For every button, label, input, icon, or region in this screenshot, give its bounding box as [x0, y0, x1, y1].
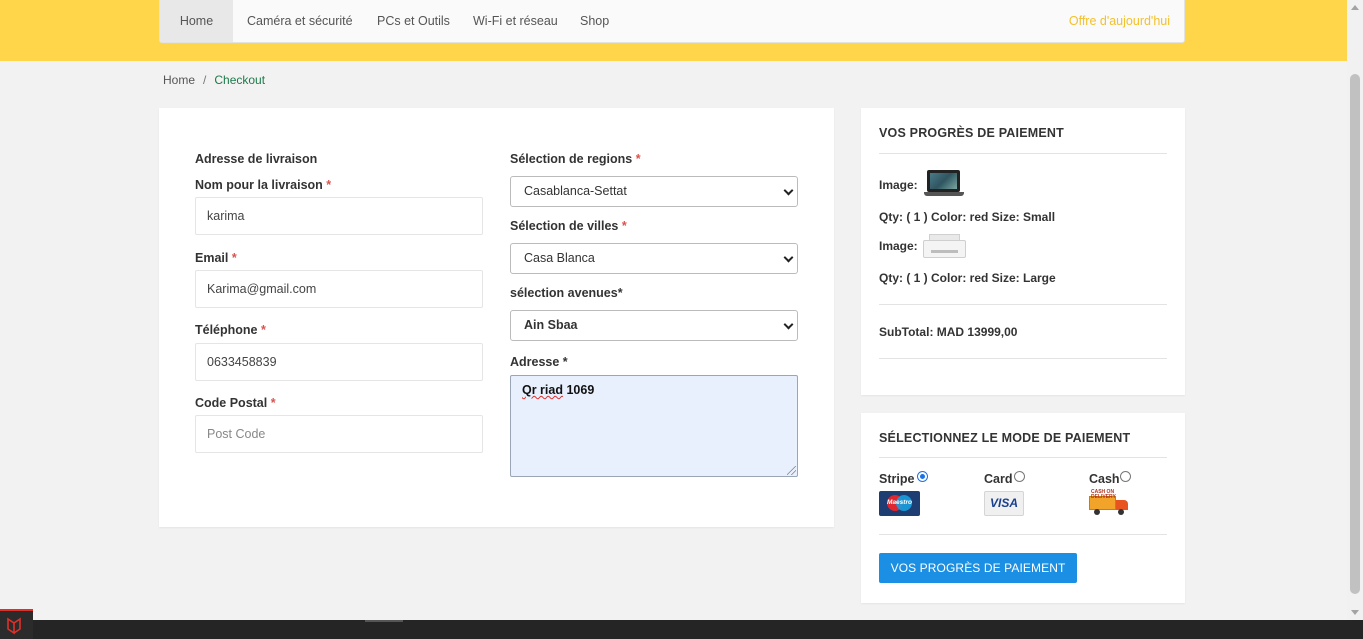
- avenue-select[interactable]: Ain Sbaa: [510, 310, 798, 341]
- avenue-label: sélection avenues*: [510, 286, 623, 300]
- scroll-down-icon[interactable]: [1351, 610, 1359, 615]
- payment-progress-card: VOS PROGRÈS DE PAIEMENT Image: Qty: ( 1 …: [861, 108, 1185, 395]
- place-order-button[interactable]: VOS PROGRÈS DE PAIEMENT: [879, 553, 1077, 583]
- cash-radio[interactable]: [1120, 471, 1131, 482]
- laravel-debug-icon[interactable]: [0, 609, 33, 639]
- resize-handle-icon[interactable]: [787, 466, 796, 475]
- nav-offre-du-jour[interactable]: Offre d'aujourd'hui: [1069, 0, 1170, 42]
- region-label: Sélection de regions *: [510, 152, 641, 166]
- delivery-truck-icon: CASH ON DELIVERY: [1089, 490, 1131, 515]
- printer-icon: [923, 232, 966, 262]
- email-field[interactable]: Karima@gmail.com: [195, 270, 483, 308]
- payment-method-title: SÉLECTIONNEZ LE MODE DE PAIEMENT: [879, 431, 1131, 445]
- section-title: Adresse de livraison: [195, 152, 318, 166]
- maestro-logo-icon: Maestro: [879, 491, 920, 516]
- postal-code-field[interactable]: Post Code: [195, 415, 483, 453]
- nav-camera-securite[interactable]: Caméra et sécurité: [233, 0, 367, 42]
- chevron-down-icon: [783, 252, 794, 263]
- cash-label: Cash: [1089, 472, 1120, 486]
- nav-shop[interactable]: Shop: [566, 0, 623, 42]
- breadcrumb-home[interactable]: Home: [163, 73, 195, 87]
- card-label: Card: [984, 472, 1013, 486]
- divider: [879, 534, 1167, 535]
- laptop-icon: [924, 170, 964, 198]
- divider: [879, 153, 1167, 154]
- breadcrumb-current: Checkout: [214, 73, 266, 87]
- chevron-down-icon: [783, 319, 794, 330]
- breadcrumb: Home / Checkout: [163, 73, 265, 87]
- nav-pcs-outils[interactable]: PCs et Outils: [363, 0, 464, 42]
- email-label: Email *: [195, 251, 237, 265]
- name-input[interactable]: karima: [195, 197, 483, 235]
- phone-field[interactable]: 0633458839: [195, 343, 483, 381]
- divider: [879, 304, 1167, 305]
- item-qty-line: Qty: ( 1 ) Color: red Size: Small: [879, 210, 1056, 224]
- address-textarea[interactable]: Qr riad 1069: [510, 375, 798, 477]
- chevron-down-icon: [783, 185, 794, 196]
- card-radio[interactable]: [1014, 471, 1025, 482]
- subtotal: SubTotal: MAD 13999,00: [879, 325, 1018, 339]
- image-label: Image:: [879, 178, 918, 192]
- item-qty-line: Qty: ( 1 ) Color: red Size: Large: [879, 271, 1056, 285]
- divider: [879, 358, 1167, 359]
- nav-wifi-reseau[interactable]: Wi-Fi et réseau: [459, 0, 572, 42]
- progress-title: VOS PROGRÈS DE PAIEMENT: [879, 126, 1064, 140]
- footer-tab: [365, 620, 403, 622]
- scroll-thumb[interactable]: [1350, 74, 1360, 594]
- stripe-label: Stripe: [879, 472, 915, 486]
- shipping-form-card: Adresse de livraison Nom pour la livrais…: [159, 108, 834, 527]
- region-select[interactable]: Casablanca-Settat: [510, 176, 798, 207]
- payment-method-card: SÉLECTIONNEZ LE MODE DE PAIEMENT Stripe …: [861, 413, 1185, 603]
- breadcrumb-separator: /: [203, 73, 207, 87]
- city-select[interactable]: Casa Blanca: [510, 243, 798, 274]
- stripe-radio[interactable]: [917, 471, 928, 482]
- page-footer: [0, 620, 1363, 639]
- nav-home[interactable]: Home: [160, 0, 233, 42]
- page-scrollbar[interactable]: [1347, 0, 1363, 620]
- postal-label: Code Postal *: [195, 396, 276, 410]
- divider: [879, 457, 1167, 458]
- phone-label: Téléphone *: [195, 323, 266, 337]
- main-nav: Home Caméra et sécurité PCs et Outils Wi…: [159, 0, 1185, 43]
- visa-logo-icon: VISA: [984, 491, 1024, 516]
- image-label: Image:: [879, 239, 918, 253]
- address-label: Adresse *: [510, 355, 568, 369]
- scroll-up-icon[interactable]: [1351, 5, 1359, 10]
- city-label: Sélection de villes *: [510, 219, 627, 233]
- name-label: Nom pour la livraison *: [195, 178, 332, 192]
